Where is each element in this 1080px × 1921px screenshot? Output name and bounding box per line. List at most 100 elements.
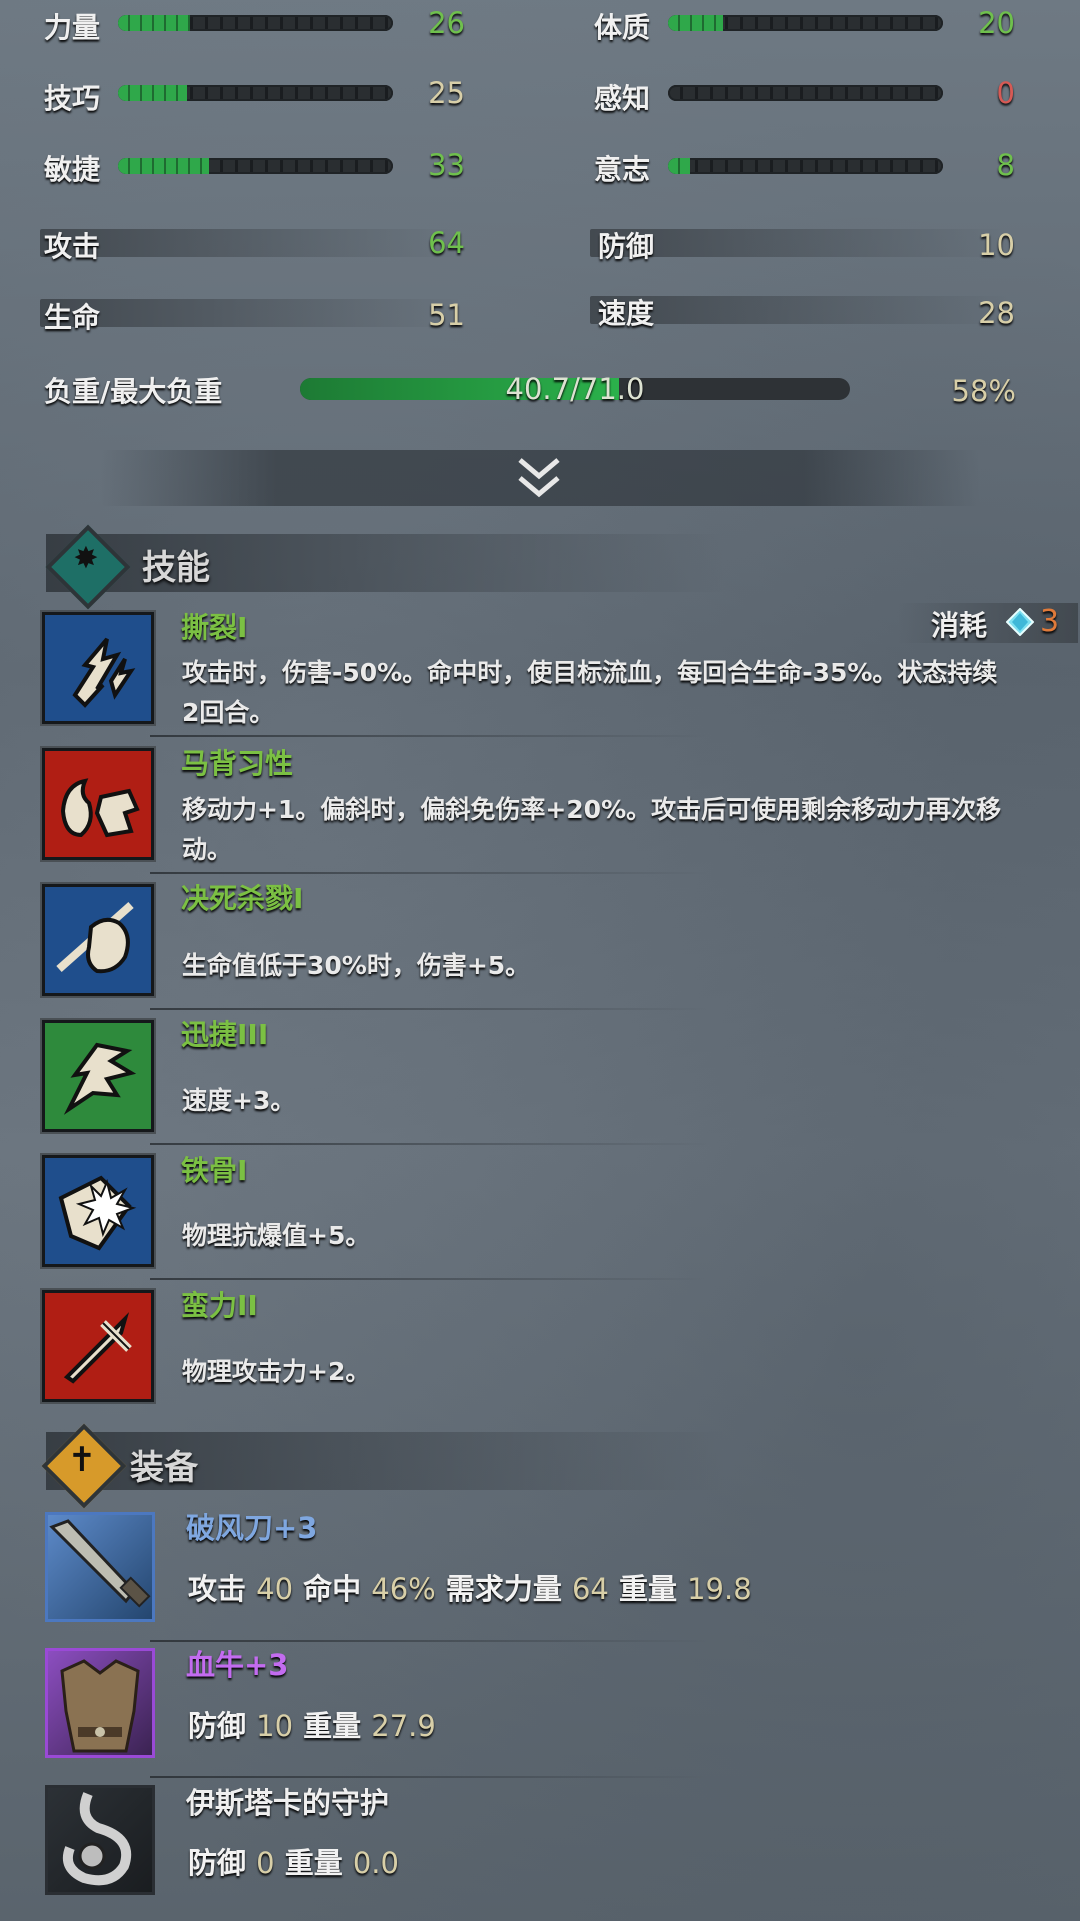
stat-value-speed: 28 bbox=[978, 296, 1015, 330]
perception-bar bbox=[668, 85, 943, 101]
stat-label-attack: 攻击 bbox=[44, 230, 101, 263]
skill-bar-fill bbox=[118, 85, 187, 101]
expand-toggle[interactable] bbox=[100, 450, 980, 506]
stat-label-agility: 敏捷 bbox=[44, 153, 101, 186]
stat-key: 防御 bbox=[188, 1846, 247, 1880]
equipment-slot[interactable] bbox=[45, 1785, 155, 1895]
skill-name: 决死杀戮I bbox=[181, 882, 304, 915]
stat-label-defense: 防御 bbox=[598, 230, 655, 263]
stat-key: 重量 bbox=[303, 1709, 362, 1743]
stat-value-hp: 51 bbox=[428, 298, 465, 332]
chevron-double-down-icon bbox=[518, 458, 560, 498]
constitution-bar bbox=[668, 15, 943, 31]
stat-label-skill: 技巧 bbox=[44, 82, 101, 115]
stat-val: 0 bbox=[256, 1846, 275, 1880]
will-bar bbox=[668, 158, 943, 174]
load-percent: 58% bbox=[951, 374, 1016, 408]
stat-key: 重量 bbox=[284, 1846, 343, 1880]
skill-name: 马背习性 bbox=[181, 747, 294, 780]
equipment-name: 血牛+3 bbox=[186, 1648, 289, 1682]
stat-val: 10 bbox=[256, 1709, 294, 1743]
sword-icon bbox=[42, 1290, 154, 1402]
skill-desc: 速度+3。 bbox=[182, 1086, 296, 1115]
equipment-stats: 防御 0 重量 0.0 bbox=[188, 1840, 399, 1882]
stat-val: 64 bbox=[571, 1572, 609, 1606]
strength-bar bbox=[118, 15, 393, 31]
armor-icon bbox=[60, 1659, 140, 1753]
divider bbox=[150, 1008, 850, 1010]
equipment-slot[interactable] bbox=[45, 1512, 155, 1622]
skill-name: 撕裂I bbox=[181, 611, 248, 644]
stat-label-speed: 速度 bbox=[598, 297, 655, 330]
skill-item[interactable] bbox=[42, 1020, 154, 1132]
shield-burst-icon bbox=[42, 1155, 154, 1267]
stat-label-constitution: 体质 bbox=[594, 11, 651, 44]
divider bbox=[150, 1776, 850, 1778]
stat-value-attack: 64 bbox=[428, 226, 465, 260]
constitution-bar-fill bbox=[668, 15, 723, 31]
stat-key: 防御 bbox=[188, 1709, 247, 1743]
skill-item[interactable] bbox=[42, 612, 154, 724]
stat-key: 命中 bbox=[303, 1572, 362, 1606]
cost-value: 3 bbox=[1040, 604, 1060, 639]
skill-desc: 物理攻击力+2。 bbox=[182, 1357, 371, 1386]
stat-value-perception: 0 bbox=[996, 76, 1015, 110]
fist-icon bbox=[42, 884, 154, 996]
stat-label-strength: 力量 bbox=[44, 11, 101, 44]
skill-name: 蛮力II bbox=[181, 1289, 258, 1322]
horse-icon bbox=[42, 748, 154, 860]
load-text: 40.7/71.0 bbox=[505, 372, 645, 406]
divider bbox=[150, 1143, 850, 1145]
skill-desc: 物理抗爆值+5。 bbox=[182, 1221, 371, 1250]
stat-val: 0.0 bbox=[352, 1846, 399, 1880]
skill-item[interactable] bbox=[42, 1290, 154, 1402]
equipment-slot[interactable] bbox=[45, 1648, 155, 1758]
skill-desc: 移动力+1。偏斜时，偏斜免伤率+20%。攻击后可使用剩余移动力再次移动。 bbox=[182, 795, 1002, 864]
stat-value-strength: 26 bbox=[428, 6, 465, 40]
agility-bar bbox=[118, 158, 393, 174]
stat-label-perception: 感知 bbox=[594, 82, 651, 115]
skill-desc: 生命值低于30%时，伤害+5。 bbox=[182, 951, 531, 980]
equipment-stats: 攻击 40 命中 46% 需求力量 64 重量 19.8 bbox=[188, 1566, 752, 1608]
stat-key: 需求力量 bbox=[445, 1572, 562, 1606]
skill-name: 铁骨I bbox=[181, 1154, 248, 1187]
equipment-stats: 防御 10 重量 27.9 bbox=[188, 1703, 436, 1745]
stat-label-will: 意志 bbox=[594, 153, 651, 186]
blade-icon bbox=[49, 1519, 151, 1608]
tear-icon bbox=[42, 612, 154, 724]
stat-value-agility: 33 bbox=[428, 148, 465, 182]
skill-item[interactable] bbox=[42, 1155, 154, 1267]
equipment-name: 伊斯塔卡的守护 bbox=[186, 1786, 390, 1820]
equipment-name: 破风刀+3 bbox=[186, 1511, 318, 1545]
gem-icon bbox=[1005, 607, 1035, 637]
cross-emblem-icon: ✝ bbox=[41, 1423, 127, 1509]
stat-label-hp: 生命 bbox=[44, 301, 101, 334]
skill-item[interactable] bbox=[42, 748, 154, 860]
stat-val: 46% bbox=[371, 1572, 436, 1606]
stat-val: 40 bbox=[256, 1572, 294, 1606]
stat-key: 重量 bbox=[618, 1572, 677, 1606]
stat-value-will: 8 bbox=[996, 148, 1015, 182]
skill-desc: 攻击时，伤害-50%。命中时，使目标流血，每回合生命-35%。状态持续2回合。 bbox=[182, 658, 998, 727]
equipment-title: 装备 bbox=[130, 1448, 198, 1488]
skill-bar bbox=[118, 85, 393, 101]
divider bbox=[150, 735, 850, 737]
divider bbox=[150, 872, 850, 874]
amulet-icon bbox=[62, 1792, 132, 1886]
load-label: 负重/最大负重 bbox=[44, 375, 223, 408]
skills-emblem-icon: ✸ bbox=[45, 524, 131, 610]
stat-val: 27.9 bbox=[371, 1709, 436, 1743]
skill-item[interactable] bbox=[42, 884, 154, 996]
swift-icon bbox=[42, 1020, 154, 1132]
stat-value-skill: 25 bbox=[428, 76, 465, 110]
divider bbox=[150, 1278, 850, 1280]
agility-bar-fill bbox=[118, 158, 209, 174]
skills-title: 技能 bbox=[142, 548, 210, 588]
skill-name: 迅捷III bbox=[181, 1018, 269, 1051]
stat-val: 19.8 bbox=[687, 1572, 752, 1606]
stat-value-constitution: 20 bbox=[978, 6, 1015, 40]
will-bar-fill bbox=[668, 158, 690, 174]
stat-value-defense: 10 bbox=[978, 228, 1015, 262]
strength-bar-fill bbox=[118, 15, 190, 31]
cost-label: 消耗 bbox=[931, 609, 988, 642]
